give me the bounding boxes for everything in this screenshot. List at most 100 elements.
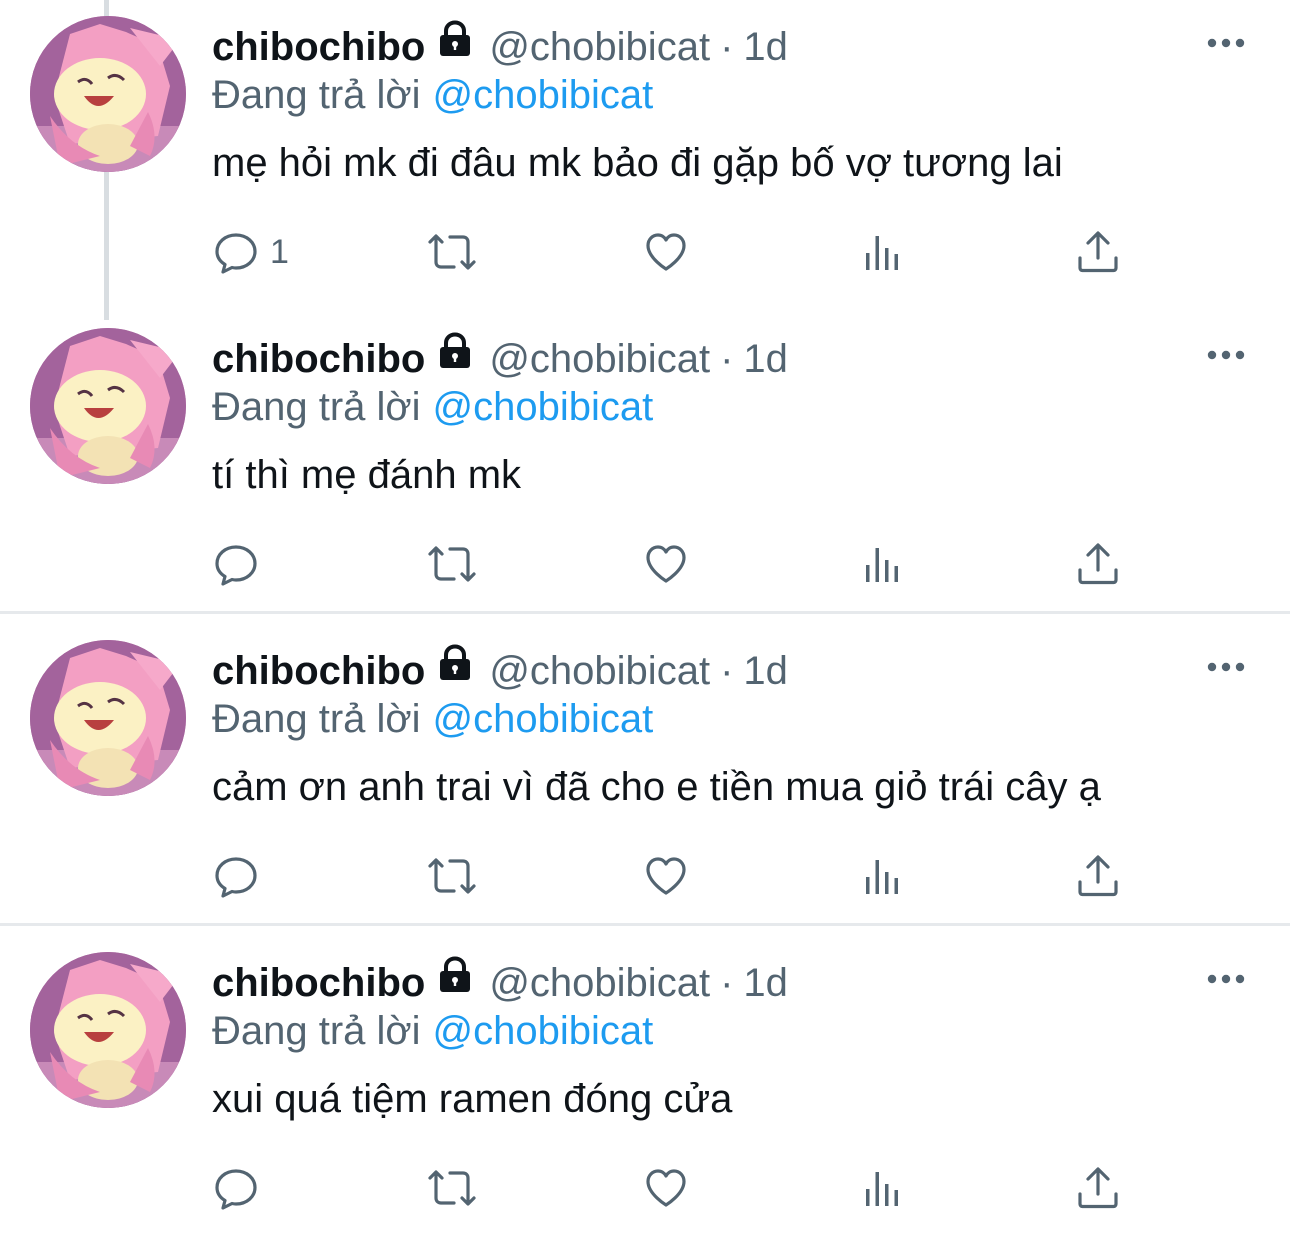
action-bar <box>212 532 1132 596</box>
tweet-header: chibochibo @chobibicat · 1d <box>212 646 788 696</box>
user-handle[interactable]: @chobibicat <box>489 337 710 381</box>
views-button[interactable] <box>860 532 908 596</box>
like-icon <box>642 1164 690 1212</box>
retweet-button[interactable] <box>424 844 480 908</box>
timestamp[interactable]: 1d <box>743 337 788 381</box>
tweet[interactable]: chibochibo @chobibicat · 1d Đang trả lời @ch… <box>0 0 1290 312</box>
separator: · <box>720 649 734 693</box>
reply-icon <box>212 228 260 276</box>
share-button[interactable] <box>1074 1156 1122 1220</box>
action-bar: 1 <box>212 220 1132 284</box>
separator: · <box>720 961 734 1005</box>
reply-count: 1 <box>270 232 289 271</box>
display-name[interactable]: chibochibo <box>212 25 425 69</box>
lock-icon <box>435 643 475 695</box>
views-icon <box>860 540 908 588</box>
tweet-text: mẹ hỏi mk đi đâu mk bảo đi gặp bố vợ tươ… <box>212 141 1063 185</box>
reply-icon <box>212 540 260 588</box>
share-button[interactable] <box>1074 220 1122 284</box>
tweet-header: chibochibo @chobibicat · 1d <box>212 22 788 72</box>
like-button[interactable] <box>642 1156 690 1220</box>
timestamp[interactable]: 1d <box>743 25 788 69</box>
user-handle[interactable]: @chobibicat <box>489 961 710 1005</box>
reply-context: Đang trả lời @chobibicat <box>212 382 653 432</box>
reply-button[interactable] <box>212 532 270 596</box>
reply-prefix: Đang trả lời <box>212 385 421 429</box>
reply-context: Đang trả lời @chobibicat <box>212 70 653 120</box>
avatar[interactable] <box>30 16 186 172</box>
reply-prefix: Đang trả lời <box>212 73 421 117</box>
views-icon <box>860 228 908 276</box>
avatar[interactable] <box>30 952 186 1108</box>
share-icon <box>1074 852 1122 900</box>
retweet-icon <box>424 1164 480 1212</box>
like-icon <box>642 852 690 900</box>
retweet-button[interactable] <box>424 532 480 596</box>
share-icon <box>1074 228 1122 276</box>
retweet-icon <box>424 852 480 900</box>
display-name[interactable]: chibochibo <box>212 337 425 381</box>
display-name[interactable]: chibochibo <box>212 649 425 693</box>
share-button[interactable] <box>1074 532 1122 596</box>
views-icon <box>860 852 908 900</box>
divider <box>0 611 1290 614</box>
display-name[interactable]: chibochibo <box>212 961 425 1005</box>
reply-button[interactable]: 1 <box>212 220 289 284</box>
tweet[interactable]: chibochibo @chobibicat · 1d Đang trả lời @ch… <box>0 312 1290 624</box>
timestamp[interactable]: 1d <box>743 961 788 1005</box>
tweet-header: chibochibo @chobibicat · 1d <box>212 958 788 1008</box>
action-bar <box>212 844 1132 908</box>
reply-context: Đang trả lời @chobibicat <box>212 694 653 744</box>
avatar[interactable] <box>30 640 186 796</box>
views-button[interactable] <box>860 220 908 284</box>
reply-prefix: Đang trả lời <box>212 1009 421 1053</box>
separator: · <box>720 337 734 381</box>
like-icon <box>642 228 690 276</box>
tweet-text: xui quá tiệm ramen đóng cửa <box>212 1077 733 1121</box>
user-handle[interactable]: @chobibicat <box>489 25 710 69</box>
lock-icon <box>435 19 475 71</box>
reply-button[interactable] <box>212 844 270 908</box>
action-bar <box>212 1156 1132 1220</box>
reply-mention[interactable]: @chobibicat <box>433 73 654 117</box>
reply-mention[interactable]: @chobibicat <box>433 697 654 741</box>
like-button[interactable] <box>642 844 690 908</box>
retweet-button[interactable] <box>424 1156 480 1220</box>
views-button[interactable] <box>860 844 908 908</box>
avatar[interactable] <box>30 328 186 484</box>
tweet[interactable]: chibochibo @chobibicat · 1d Đang trả lời @ch… <box>0 936 1290 1248</box>
share-icon <box>1074 1164 1122 1212</box>
reply-context: Đang trả lời @chobibicat <box>212 1006 653 1056</box>
share-button[interactable] <box>1074 844 1122 908</box>
reply-icon <box>212 1164 260 1212</box>
more-icon[interactable] <box>1206 348 1246 360</box>
divider <box>0 923 1290 926</box>
views-icon <box>860 1164 908 1212</box>
like-icon <box>642 540 690 588</box>
views-button[interactable] <box>860 1156 908 1220</box>
tweet-header: chibochibo @chobibicat · 1d <box>212 334 788 384</box>
tweet-text: cảm ơn anh trai vì đã cho e tiền mua giỏ… <box>212 765 1101 809</box>
more-icon[interactable] <box>1206 36 1246 48</box>
lock-icon <box>435 331 475 383</box>
reply-mention[interactable]: @chobibicat <box>433 1009 654 1053</box>
tweet[interactable]: chibochibo @chobibicat · 1d Đang trả lời @ch… <box>0 624 1290 936</box>
share-icon <box>1074 540 1122 588</box>
like-button[interactable] <box>642 220 690 284</box>
reply-prefix: Đang trả lời <box>212 697 421 741</box>
more-icon[interactable] <box>1206 660 1246 672</box>
retweet-icon <box>424 228 480 276</box>
tweet-text: tí thì mẹ đánh mk <box>212 453 522 497</box>
lock-icon <box>435 955 475 1007</box>
retweet-button[interactable] <box>424 220 480 284</box>
reply-icon <box>212 852 260 900</box>
more-icon[interactable] <box>1206 972 1246 984</box>
separator: · <box>720 25 734 69</box>
timestamp[interactable]: 1d <box>743 649 788 693</box>
like-button[interactable] <box>642 532 690 596</box>
tweet-feed: chibochibo @chobibicat · 1d Đang trả lời @ch… <box>0 0 1290 1233</box>
reply-mention[interactable]: @chobibicat <box>433 385 654 429</box>
retweet-icon <box>424 540 480 588</box>
reply-button[interactable] <box>212 1156 270 1220</box>
user-handle[interactable]: @chobibicat <box>489 649 710 693</box>
